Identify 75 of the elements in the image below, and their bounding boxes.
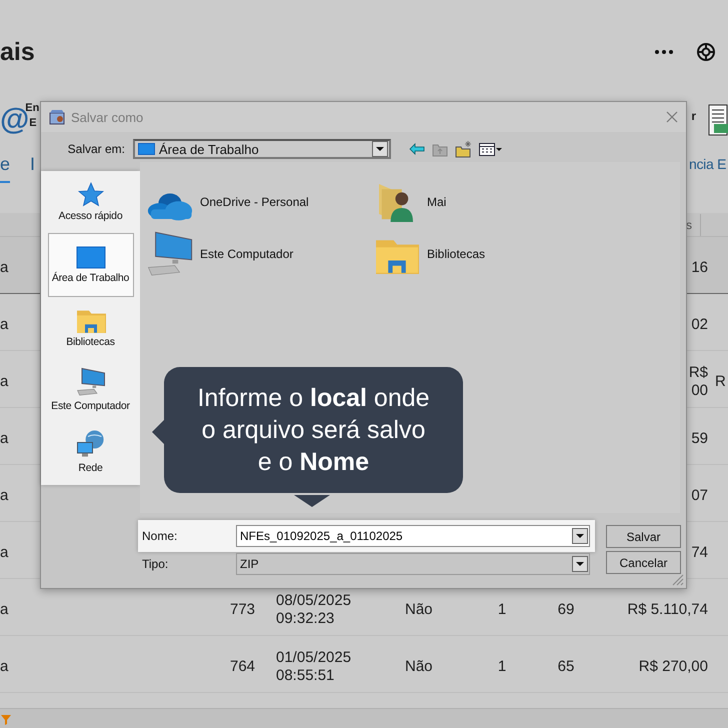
callout: Informe o local onde o arquivo será salvo e o Nome xyxy=(164,367,463,493)
table-cell: 74 xyxy=(691,544,708,560)
type-dropdown[interactable]: ZIP xyxy=(236,553,590,575)
table-cell: R xyxy=(715,372,726,390)
place-item[interactable]: Rede xyxy=(48,421,134,483)
table-cell: 01/05/2025 08:55:51 xyxy=(276,648,352,684)
location-dropdown[interactable]: Área de Trabalho xyxy=(133,139,391,159)
app-icon xyxy=(49,109,65,125)
toolbar-label: En xyxy=(25,101,40,114)
table-cell: a xyxy=(0,316,8,332)
table-cell: 1 xyxy=(498,600,506,618)
table-cell: 69 xyxy=(558,600,574,618)
table-cell: a xyxy=(0,372,8,390)
lifebuoy-icon[interactable] xyxy=(696,42,716,62)
dialog-button[interactable]: Salvar xyxy=(606,525,681,548)
name-field[interactable]: NFEs_01092025_a_01102025 xyxy=(240,527,572,545)
name-label: Nome: xyxy=(141,529,178,543)
file-item[interactable]: Este Computador xyxy=(200,247,294,261)
name-combobox[interactable]: NFEs_01092025_a_01102025 xyxy=(236,525,590,547)
table-cell: a xyxy=(0,486,8,504)
caret-icon xyxy=(576,562,584,566)
location-label: Salvar em: xyxy=(66,142,126,156)
table-cell: 1 xyxy=(498,658,506,674)
table-cell: a xyxy=(0,430,8,446)
new-folder-icon[interactable] xyxy=(455,140,472,158)
file-item[interactable]: OneDrive - Personal xyxy=(200,195,309,209)
dialog-button[interactable]: Cancelar xyxy=(606,551,681,574)
table-cell: 59 xyxy=(691,430,708,446)
tab[interactable]: ncia E xyxy=(689,150,726,180)
page-title: ais xyxy=(0,38,36,66)
table-cell: Não xyxy=(405,658,433,674)
place-item[interactable]: Área de Trabalho xyxy=(48,233,134,297)
table-cell: 773 xyxy=(230,600,256,618)
view-menu-icon[interactable] xyxy=(479,141,502,157)
table-cell: a xyxy=(0,258,8,276)
table-cell: 08/05/2025 09:32:23 xyxy=(276,592,352,626)
table-cell: R$ 5.110,74 xyxy=(627,600,708,618)
table-cell: a xyxy=(0,600,8,618)
table-cell: 65 xyxy=(558,658,574,674)
network-icon xyxy=(76,429,106,459)
star-icon xyxy=(76,182,104,206)
document-money-icon[interactable] xyxy=(708,104,728,136)
file-item[interactable]: Mai xyxy=(427,195,446,209)
place-item[interactable]: Acesso rápido xyxy=(48,171,134,233)
toolbar-label: E xyxy=(29,116,37,131)
place-item[interactable]: Este Computador xyxy=(48,359,134,421)
callout-pointer xyxy=(152,420,164,444)
tab[interactable]: I xyxy=(30,148,36,182)
computer-icon xyxy=(146,230,194,278)
tab[interactable]: e xyxy=(0,148,10,182)
table-cell: Não xyxy=(405,600,433,618)
caret-icon xyxy=(376,147,384,151)
close-icon[interactable] xyxy=(666,111,678,123)
resize-grip-icon[interactable] xyxy=(672,574,684,586)
more-icon[interactable] xyxy=(654,47,674,57)
table-row[interactable]: a 764 01/05/2025 08:55:51 Não 1 65 R$ 270,00 xyxy=(0,636,728,693)
table-cell: 07 xyxy=(691,486,708,504)
table-cell: R$ 00 xyxy=(688,364,708,398)
callout-pointer xyxy=(294,495,330,507)
place-item[interactable]: Bibliotecas xyxy=(48,297,134,359)
table-cell: R$ 270,00 xyxy=(638,658,708,674)
dialog-title: Salvar como xyxy=(71,110,144,124)
caret-icon xyxy=(576,534,584,538)
table-cell: 764 xyxy=(230,658,256,674)
computer-icon xyxy=(76,367,106,397)
type-label: Tipo: xyxy=(141,557,170,571)
table-cell: 02 xyxy=(691,316,708,332)
file-item[interactable]: Bibliotecas xyxy=(427,247,486,261)
toolbar-label: r xyxy=(691,109,696,123)
back-arrow-icon[interactable] xyxy=(409,143,425,155)
desktop-icon xyxy=(76,246,106,268)
table-cell: 16 xyxy=(691,258,708,276)
desktop-icon xyxy=(138,143,155,155)
table-cell: a xyxy=(0,658,8,674)
table-cell: a xyxy=(0,544,8,560)
